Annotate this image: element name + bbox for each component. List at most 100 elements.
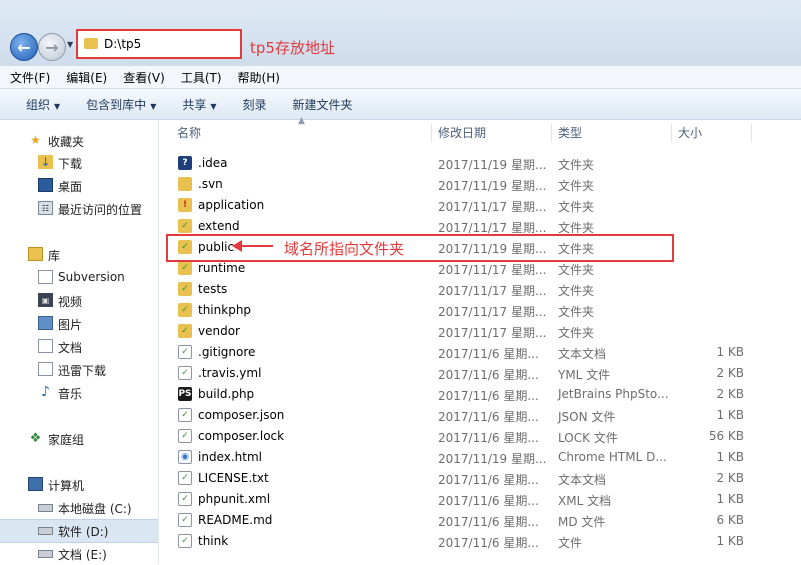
sidebar-item-drive-d[interactable]: 软件 (D:) <box>0 519 158 543</box>
chrome-file-icon: ◉ <box>178 450 192 464</box>
file-row[interactable]: ✓ composer.json 2017/11/6 星期... JSON 文件 1 KB <box>165 405 765 426</box>
organize-button[interactable]: 组织 ▼ <box>26 96 60 113</box>
sidebar-computer[interactable]: 计算机 <box>0 474 158 496</box>
sidebar-item-music[interactable]: ♪ 音乐 <box>0 382 158 404</box>
file-type: 文件夹 <box>558 284 595 298</box>
file-row[interactable]: PS build.php 2017/11/6 星期... JetBrains PhpS… <box>165 384 765 405</box>
file-name: .travis.yml <box>198 366 262 380</box>
sidebar-item-subversion[interactable]: Subversion <box>0 267 158 289</box>
document-icon <box>38 339 53 353</box>
column-name[interactable]: 名称 <box>177 122 201 144</box>
menu-tools[interactable]: 工具(T) <box>181 69 222 86</box>
file-row[interactable]: ✓ .travis.yml 2017/11/6 星期... YML 文件 2 KB <box>165 363 765 384</box>
file-row[interactable]: ! application 2017/11/17 星期... 文件夹 <box>165 195 765 216</box>
music-note-icon: ♪ <box>41 384 50 400</box>
sidebar-item-label: Subversion <box>58 270 125 284</box>
file-type: 文件夹 <box>558 326 595 340</box>
column-divider[interactable] <box>671 124 672 142</box>
column-divider[interactable] <box>751 124 752 142</box>
file-type: 文件夹 <box>558 179 595 193</box>
file-name: composer.lock <box>198 429 285 443</box>
menu-help[interactable]: 帮助(H) <box>238 69 280 86</box>
new-folder-button[interactable]: 新建文件夹 <box>293 96 353 113</box>
column-divider[interactable] <box>431 124 432 142</box>
file-type: LOCK 文件 <box>558 431 618 445</box>
file-size: 56 KB <box>708 429 744 443</box>
file-name: .svn <box>198 177 223 191</box>
file-row[interactable]: ✓ tests 2017/11/17 星期... 文件夹 <box>165 279 765 300</box>
folder-icon <box>84 38 98 49</box>
file-row[interactable]: ✓ README.md 2017/11/6 星期... MD 文件 6 KB <box>165 510 765 531</box>
phpstorm-file-icon: PS <box>178 387 192 401</box>
sidebar-item-pictures[interactable]: 图片 <box>0 313 158 335</box>
column-size[interactable]: 大小 <box>678 122 702 144</box>
sidebar-item-label: 图片 <box>58 318 83 332</box>
public-highlight-box <box>166 234 674 262</box>
address-bar[interactable]: D:\tp5 <box>76 29 242 59</box>
sidebar-favorites[interactable]: ★ 收藏夹 <box>0 130 158 152</box>
computer-icon <box>28 477 43 491</box>
sidebar-item-label: 最近访问的位置 <box>58 203 143 217</box>
organize-label: 组织 <box>26 97 51 112</box>
file-type: 文件夹 <box>558 158 595 172</box>
menu-edit[interactable]: 编辑(E) <box>66 69 107 86</box>
file-row[interactable]: ✓ thinkphp 2017/11/17 星期... 文件夹 <box>165 300 765 321</box>
file-name: think <box>198 534 229 548</box>
recent-pages-dropdown[interactable]: ▼ <box>67 40 73 49</box>
command-toolbar: 组织 ▼ 包含到库中 ▼ 共享 ▼ 刻录 新建文件夹 <box>0 89 801 120</box>
file-row[interactable]: ◉ index.html 2017/11/19 星期... Chrome HTML D… <box>165 447 765 468</box>
sidebar-item-downloads[interactable]: ↓ 下载 <box>0 152 158 174</box>
annotation-arrow-line <box>239 245 273 247</box>
sidebar-item-label: 本地磁盘 (C:) <box>58 502 132 516</box>
sidebar-item-desktop[interactable]: 桌面 <box>0 175 158 197</box>
file-row[interactable]: ✓ vendor 2017/11/17 星期... 文件夹 <box>165 321 765 342</box>
file-size: 1 KB <box>716 345 744 359</box>
file-date: 2017/11/6 星期... <box>438 494 539 508</box>
svn-file-icon: ✓ <box>178 408 192 422</box>
file-row[interactable]: ✓ composer.lock 2017/11/6 星期... LOCK 文件 56 K… <box>165 426 765 447</box>
column-date[interactable]: 修改日期 <box>438 122 486 144</box>
sidebar-item-recent[interactable]: ☷ 最近访问的位置 <box>0 198 158 220</box>
sidebar-libraries[interactable]: 库 <box>0 244 158 266</box>
forward-button[interactable]: → <box>38 33 66 61</box>
file-type: 文件 <box>558 536 583 550</box>
file-date: 2017/11/19 星期... <box>438 158 547 172</box>
homegroup-icon: ❖ <box>29 430 42 446</box>
include-in-library-label: 包含到库中 <box>86 97 147 112</box>
file-row[interactable]: .svn 2017/11/19 星期... 文件夹 <box>165 174 765 195</box>
sidebar-item-videos[interactable]: ▣ 视频 <box>0 290 158 312</box>
menu-file[interactable]: 文件(F) <box>10 69 50 86</box>
include-in-library-button[interactable]: 包含到库中 ▼ <box>86 96 156 113</box>
file-type: XML 文档 <box>558 494 612 508</box>
column-divider[interactable] <box>551 124 552 142</box>
file-name: tests <box>198 282 228 296</box>
sidebar-homegroup[interactable]: ❖ 家庭组 <box>0 428 158 450</box>
video-icon: ▣ <box>38 293 53 307</box>
share-button[interactable]: 共享 ▼ <box>182 96 216 113</box>
menu-view[interactable]: 查看(V) <box>123 69 165 86</box>
sidebar-item-thunder-downloads[interactable]: 迅雷下载 <box>0 359 158 381</box>
chevron-down-icon: ▼ <box>54 101 61 111</box>
file-name: README.md <box>198 513 273 527</box>
file-size: 6 KB <box>716 513 744 527</box>
burn-button[interactable]: 刻录 <box>243 96 267 113</box>
file-row[interactable]: ✓ phpunit.xml 2017/11/6 星期... XML 文档 1 KB <box>165 489 765 510</box>
file-date: 2017/11/6 星期... <box>438 515 539 529</box>
svn-file-icon: ✓ <box>178 471 192 485</box>
file-row[interactable]: ✓ .gitignore 2017/11/6 星期... 文本文档 1 KB <box>165 342 765 363</box>
file-row[interactable]: ✓ think 2017/11/6 星期... 文件 1 KB <box>165 531 765 552</box>
file-name: .idea <box>198 156 228 170</box>
file-row[interactable]: ? .idea 2017/11/19 星期... 文件夹 <box>165 153 765 174</box>
sidebar-item-drive-e[interactable]: 文档 (E:) <box>0 543 158 565</box>
file-row[interactable]: ✓ LICENSE.txt 2017/11/6 星期... 文本文档 2 KB <box>165 468 765 489</box>
sidebar-item-label: 桌面 <box>58 180 83 194</box>
file-name: phpunit.xml <box>198 492 271 506</box>
sidebar-item-documents[interactable]: 文档 <box>0 336 158 358</box>
column-type[interactable]: 类型 <box>558 122 582 144</box>
file-name: application <box>198 198 265 212</box>
back-button[interactable]: ← <box>10 33 38 61</box>
arrow-right-icon: → <box>45 37 59 57</box>
address-annotation: tp5存放地址 <box>250 39 335 57</box>
sidebar-item-drive-c[interactable]: 本地磁盘 (C:) <box>0 497 158 519</box>
file-date: 2017/11/6 星期... <box>438 347 539 361</box>
